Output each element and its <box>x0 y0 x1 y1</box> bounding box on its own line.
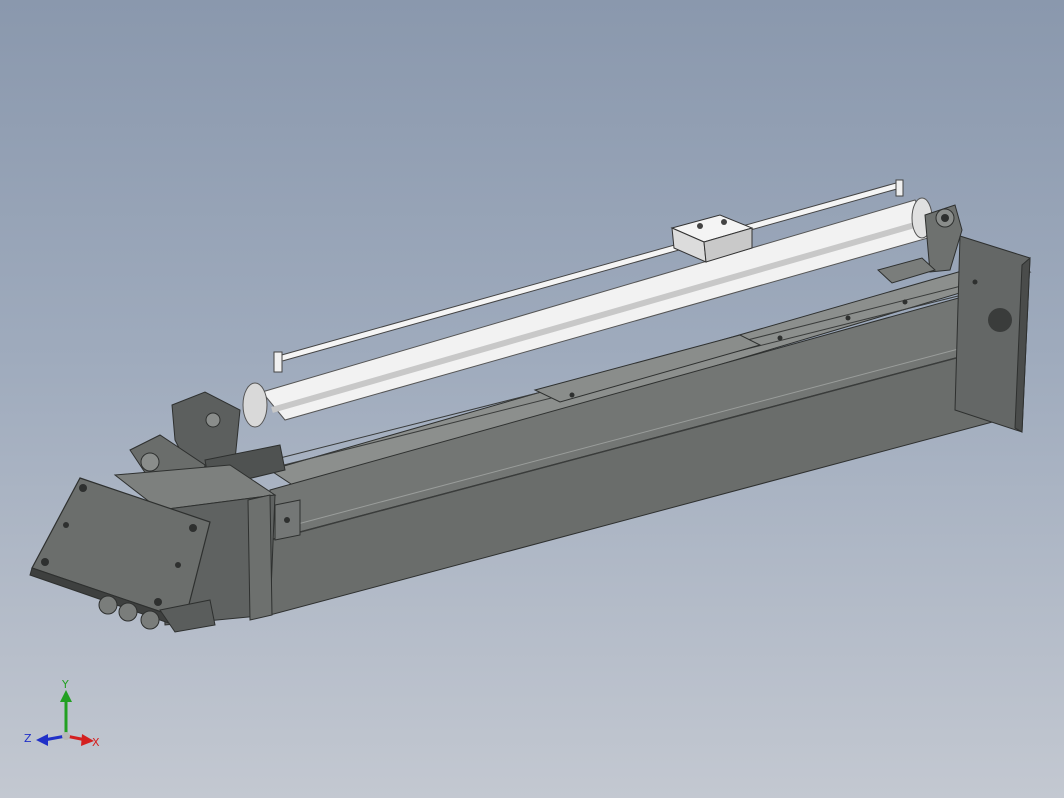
plate-hole-icon <box>79 484 87 492</box>
roller-icon <box>140 452 160 472</box>
block-hole-icon <box>697 223 703 229</box>
end-plate-hole-icon <box>988 308 1012 332</box>
y-arrow-icon <box>60 690 72 702</box>
plate-hole-icon <box>175 562 181 568</box>
clevis-pin-icon <box>205 412 221 428</box>
hole-icon <box>845 315 851 321</box>
clevis-pin-icon <box>941 214 949 222</box>
side-plate <box>247 494 273 621</box>
roller-icon <box>98 595 118 615</box>
bolt-icon <box>284 517 290 523</box>
roller-icon <box>140 610 160 630</box>
cad-model-assembly[interactable] <box>0 0 1064 798</box>
hole-icon <box>777 335 783 341</box>
block-hole-icon <box>721 219 727 225</box>
plate-hole-icon <box>63 522 69 528</box>
rear-end-plate[interactable] <box>954 235 1031 433</box>
plate-hole-icon <box>154 598 162 606</box>
plate-hole-icon <box>41 558 49 566</box>
rod-end-post <box>895 179 904 197</box>
z-arrow-icon <box>36 734 48 746</box>
hole-icon <box>972 279 978 285</box>
plate-hole-icon <box>189 524 197 532</box>
rod-end-post <box>273 351 283 373</box>
z-axis-label: Z <box>24 732 32 745</box>
hole-icon <box>569 392 575 398</box>
y-axis-label: Y <box>61 678 69 691</box>
triad-origin <box>62 732 70 740</box>
cylinder-end-cap <box>242 382 268 428</box>
graphics-viewport[interactable]: Y X Z <box>0 0 1064 798</box>
reference-triad[interactable]: Y X Z <box>22 676 112 756</box>
x-axis-label: X <box>92 736 100 749</box>
roller-icon <box>118 602 138 622</box>
hole-icon <box>902 299 908 305</box>
rear-pad <box>877 257 936 284</box>
